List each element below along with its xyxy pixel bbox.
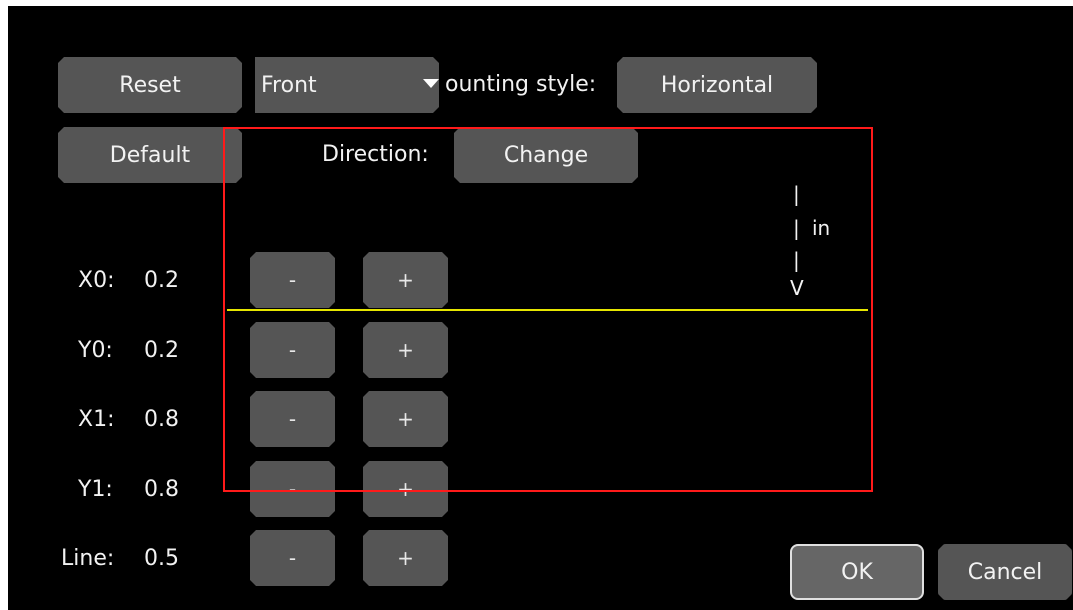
ok-button[interactable]: OK	[790, 544, 924, 600]
param-name-x0: X0:	[78, 268, 115, 293]
detection-line[interactable]	[227, 309, 868, 311]
config-screen: Reset Front ounting style: Horizontal De…	[8, 6, 1073, 610]
default-button[interactable]: Default	[58, 127, 242, 183]
param-name-line: Line:	[61, 546, 115, 571]
mounting-style-label: ounting style:	[445, 72, 597, 97]
param-value-y0: 0.2	[144, 338, 179, 363]
line-minus-button[interactable]: -	[250, 530, 335, 586]
chevron-down-icon	[423, 79, 439, 88]
cancel-button[interactable]: Cancel	[938, 544, 1072, 600]
view-select-value: Front	[261, 72, 317, 98]
param-name-y0: Y0:	[78, 338, 113, 363]
line-plus-button[interactable]: +	[363, 530, 448, 586]
param-value-x0: 0.2	[144, 268, 179, 293]
param-name-x1: X1:	[78, 407, 115, 432]
reset-button[interactable]: Reset	[58, 57, 242, 113]
param-value-line: 0.5	[144, 546, 179, 571]
mounting-style-button[interactable]: Horizontal	[617, 57, 817, 113]
view-select[interactable]: Front	[255, 57, 439, 113]
param-value-x1: 0.8	[144, 407, 179, 432]
param-name-y1: Y1:	[78, 477, 113, 502]
param-value-y1: 0.8	[144, 477, 179, 502]
